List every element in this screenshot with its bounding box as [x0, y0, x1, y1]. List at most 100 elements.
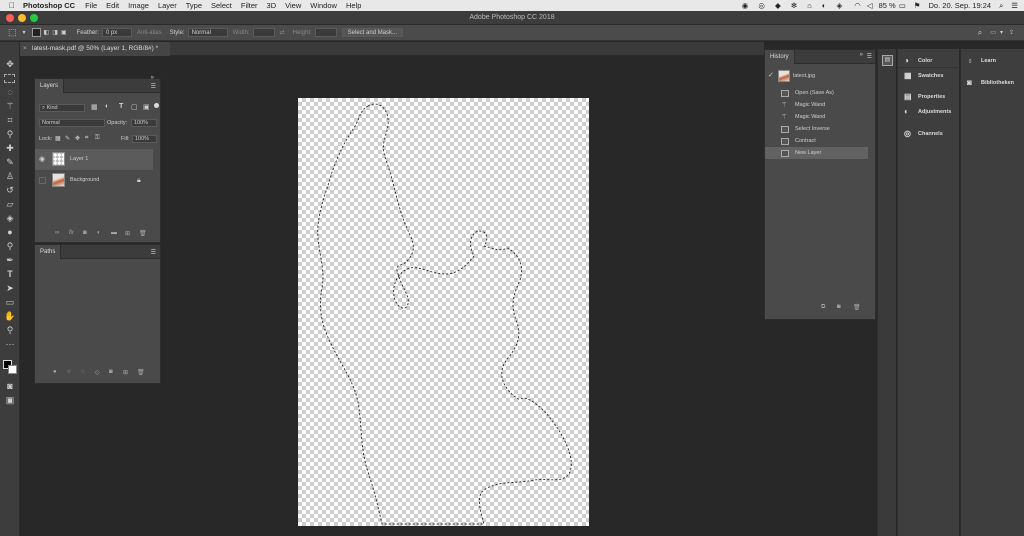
fill-path-icon[interactable]: ●: [53, 369, 57, 375]
dodge-tool-icon[interactable]: ⚲: [4, 240, 16, 252]
panel-menu-icon[interactable]: ☰: [151, 249, 156, 256]
menu-type[interactable]: Type: [186, 1, 202, 10]
document-canvas[interactable]: [298, 98, 589, 526]
menu-edit[interactable]: Edit: [106, 1, 119, 10]
close-tab-icon[interactable]: ×: [23, 42, 27, 56]
marquee-tool-icon[interactable]: ⬚: [8, 27, 17, 38]
menu-layer[interactable]: Layer: [158, 1, 177, 10]
hand-tool-icon[interactable]: ✋: [4, 310, 16, 322]
rectangle-tool-icon[interactable]: ▭: [4, 296, 16, 308]
magic-wand-tool-icon[interactable]: ⚚: [4, 100, 16, 112]
menu-select[interactable]: Select: [211, 1, 232, 10]
history-brush-tool-icon[interactable]: ↺: [4, 184, 16, 196]
filter-type-icon[interactable]: T: [119, 103, 123, 110]
document-tab[interactable]: × latest-mask.pdf @ 50% (Layer 1, RGB/8#…: [20, 42, 170, 56]
wifi-icon[interactable]: ◠: [854, 1, 861, 10]
background-color-swatch[interactable]: [8, 365, 17, 374]
search-icon[interactable]: ⌕: [978, 28, 982, 38]
type-tool-icon[interactable]: T: [4, 268, 16, 280]
minimize-window-button[interactable]: [18, 14, 26, 22]
healing-brush-tool-icon[interactable]: ✚: [4, 142, 16, 154]
link-layers-icon[interactable]: ∞: [55, 230, 59, 236]
new-group-icon[interactable]: ▬: [111, 230, 117, 236]
apple-icon[interactable]: : [9, 1, 15, 10]
history-step-selected[interactable]: New Layer: [765, 147, 868, 159]
battery-percent[interactable]: 85 %: [879, 1, 896, 10]
menu-image[interactable]: Image: [128, 1, 149, 10]
style-select[interactable]: Normal: [187, 28, 228, 37]
workspace-icon[interactable]: ▭: [990, 29, 996, 36]
filter-pixel-icon[interactable]: ▦: [91, 103, 98, 111]
lock-position-icon[interactable]: ✥: [75, 135, 80, 142]
create-snapshot-icon[interactable]: ◙: [837, 304, 841, 310]
new-document-from-state-icon[interactable]: ⧉: [821, 304, 825, 311]
layer-style-icon[interactable]: fx: [69, 230, 74, 236]
properties-panel-button[interactable]: ▤ Properties: [898, 90, 960, 104]
screen-mode-icon[interactable]: ▣: [4, 394, 16, 406]
path-selection-tool-icon[interactable]: ➤: [4, 282, 16, 294]
history-step[interactable]: Open (Save As): [765, 87, 868, 99]
panel-collapse-icon[interactable]: »: [860, 52, 863, 58]
status-icons[interactable]: ◉ ◎ ◆ ✻ ⌂ ◐ ◈: [742, 1, 846, 10]
menu-view[interactable]: View: [285, 1, 301, 10]
battery-icon[interactable]: ▭: [899, 1, 906, 10]
panel-menu-icon[interactable]: ☰: [867, 53, 872, 60]
flag-icon[interactable]: ⚑: [914, 1, 921, 10]
volume-icon[interactable]: ◁: [867, 1, 873, 10]
make-work-path-icon[interactable]: ◇: [95, 369, 100, 376]
menu-help[interactable]: Help: [346, 1, 361, 10]
paint-bucket-tool-icon[interactable]: ◈: [4, 212, 16, 224]
opacity-input[interactable]: 100%: [131, 119, 157, 127]
tool-preset-chevron-icon[interactable]: ▾: [23, 29, 26, 36]
clock[interactable]: Do. 20. Sep. 19:24: [929, 1, 992, 10]
panel-menu-icon[interactable]: ☰: [151, 83, 156, 90]
marquee-tool-icon[interactable]: [4, 74, 15, 83]
filter-smart-object-icon[interactable]: ▣: [143, 103, 150, 111]
lock-transparent-icon[interactable]: ▦: [55, 135, 61, 142]
crop-tool-icon[interactable]: ⌗: [4, 114, 16, 126]
lasso-tool-icon[interactable]: ◌: [4, 86, 16, 98]
lock-artboard-icon[interactable]: ⌗: [85, 135, 88, 142]
delete-path-icon[interactable]: 🗑︎: [137, 369, 145, 376]
layer-name[interactable]: Background: [70, 170, 99, 191]
adjustment-layer-icon[interactable]: ◐: [97, 230, 101, 236]
layer-visibility-eye-icon[interactable]: ◉: [39, 149, 45, 170]
fill-input[interactable]: 100%: [132, 135, 157, 143]
history-snapshot[interactable]: ✓ latest.jpg: [765, 68, 868, 84]
adjustments-panel-button[interactable]: ◐ Adjustments: [898, 105, 960, 119]
history-tab[interactable]: History: [765, 50, 795, 64]
close-window-button[interactable]: [6, 14, 14, 22]
zoom-window-button[interactable]: [30, 14, 38, 22]
lock-all-icon[interactable]: ⚿: [95, 135, 100, 142]
menu-filter[interactable]: Filter: [241, 1, 258, 10]
filter-adjustment-icon[interactable]: ◐: [105, 103, 109, 110]
notification-icon[interactable]: ☰: [1011, 1, 1018, 10]
delete-layer-icon[interactable]: 🗑︎: [139, 230, 147, 237]
app-menu[interactable]: Photoshop CC: [23, 1, 75, 10]
add-mask-icon[interactable]: ◙: [83, 230, 87, 236]
subtract-selection-icon[interactable]: ◨: [52, 29, 58, 36]
swatches-panel-button[interactable]: ▦ Swatches: [898, 69, 960, 83]
share-icon[interactable]: ⇪: [1009, 29, 1014, 36]
layer-row[interactable]: ◉ Layer 1: [35, 149, 153, 170]
new-path-icon[interactable]: ⊞: [123, 369, 128, 376]
menu-file[interactable]: File: [85, 1, 97, 10]
eraser-tool-icon[interactable]: ▱: [4, 198, 16, 210]
history-step[interactable]: Contract: [765, 135, 868, 147]
layer-row[interactable]: Background 🔒︎: [35, 170, 153, 191]
layer-visibility-toggle[interactable]: [39, 177, 46, 184]
zoom-tool-icon[interactable]: ⚲: [4, 324, 16, 336]
libraries-panel-button[interactable]: ◙ Bibliotheken: [961, 76, 1023, 90]
antialias-checkbox[interactable]: Anti-alias: [137, 30, 162, 36]
menu-3d[interactable]: 3D: [267, 1, 277, 10]
intersect-selection-icon[interactable]: ▣: [61, 29, 67, 36]
layers-tab[interactable]: Layers: [35, 79, 65, 93]
layer-name[interactable]: Layer 1: [70, 149, 88, 170]
blend-mode-select[interactable]: Normal: [39, 119, 105, 127]
delete-state-icon[interactable]: 🗑︎: [853, 304, 861, 311]
filter-shape-icon[interactable]: ▢: [131, 103, 138, 111]
add-mask-icon[interactable]: ◙: [109, 369, 113, 375]
history-step[interactable]: ⚚ Magic Wand: [765, 111, 868, 123]
quick-mask-icon[interactable]: ◙: [4, 380, 16, 392]
more-tools-icon[interactable]: ⋯: [4, 338, 16, 350]
